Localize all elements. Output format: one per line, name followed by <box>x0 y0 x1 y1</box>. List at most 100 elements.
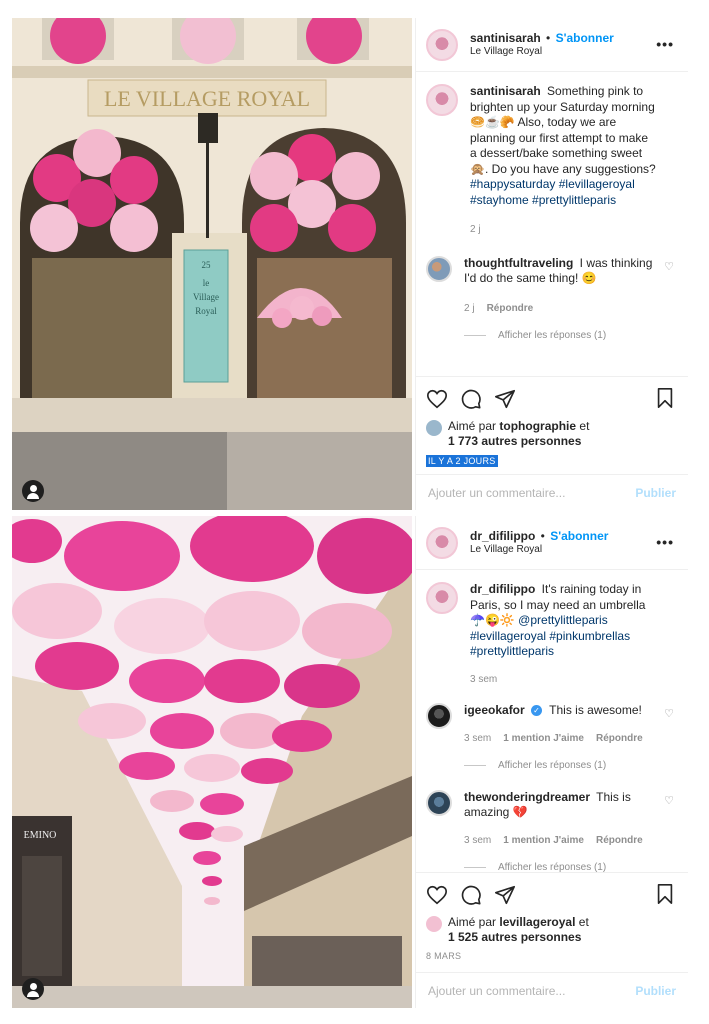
bookmark-icon[interactable] <box>654 387 676 409</box>
post-2: EMINO dr_difilippo • S'abonner Le Villag… <box>12 516 688 1008</box>
bookmark-icon[interactable] <box>654 883 676 905</box>
view-replies-button[interactable]: Afficher les réponses (1) <box>464 328 674 344</box>
publish-button[interactable]: Publier <box>635 486 676 500</box>
more-options-icon[interactable]: ••• <box>656 534 674 550</box>
action-bar: Aimé par tophographie et 1 773 autres pe… <box>416 376 688 469</box>
liked-by-others[interactable]: 1 773 autres personnes <box>448 434 581 448</box>
divider <box>464 867 486 869</box>
avatar[interactable] <box>426 84 458 116</box>
post-timestamp[interactable]: 8 MARS <box>426 951 461 961</box>
share-icon[interactable] <box>494 388 516 410</box>
comments-list: dr_difilippo It's raining today in Paris… <box>416 570 688 876</box>
separator-dot: • <box>546 31 551 46</box>
add-comment-bar: Ajouter un commentaire... Publier <box>416 972 688 1008</box>
list-item: igeeokafor ✓ This is awesome! 3 sem 1 me… <box>426 703 674 746</box>
user-tag-icon[interactable] <box>22 978 44 1000</box>
reply-button[interactable]: Répondre <box>487 301 534 317</box>
liked-by-others[interactable]: 1 525 autres personnes <box>448 930 581 944</box>
view-replies-label: Afficher les réponses (1) <box>498 330 607 341</box>
user-tag-icon[interactable] <box>22 480 44 502</box>
post-1: LE VILLAGE ROYAL 25 le Village Royal san… <box>12 18 688 510</box>
liked-by-prefix: Aimé par <box>448 419 497 433</box>
avatar[interactable] <box>426 28 458 61</box>
comment-like-heart-icon[interactable]: ♡ <box>664 794 674 810</box>
svg-text:25: 25 <box>202 260 212 270</box>
likes-summary: Aimé par tophographie et 1 773 autres pe… <box>426 419 676 449</box>
comment-likes[interactable]: 1 mention J'aime <box>503 731 584 747</box>
comment-time[interactable]: 3 sem <box>464 731 491 747</box>
liked-by-prefix: Aimé par <box>448 915 497 929</box>
caption-username[interactable]: santinisarah <box>470 84 541 98</box>
liked-by-conj: et <box>579 419 590 433</box>
post-header: dr_difilippo • S'abonner Le Village Roya… <box>416 516 688 570</box>
caption-time[interactable]: 3 sem <box>470 672 497 688</box>
post-location[interactable]: Le Village Royal <box>470 46 614 58</box>
comment-username[interactable]: igeeokafor <box>464 703 525 717</box>
avatar[interactable] <box>426 526 458 559</box>
comment-icon[interactable] <box>460 388 482 410</box>
follow-button[interactable]: S'abonner <box>550 529 608 543</box>
comment-username[interactable]: thewonderingdreamer <box>464 790 590 804</box>
follow-button[interactable]: S'abonner <box>556 31 614 45</box>
caption: santinisarah Something pink to brighten … <box>426 84 674 238</box>
liker-avatar[interactable] <box>426 916 442 932</box>
comment-like-heart-icon[interactable]: ♡ <box>664 707 674 723</box>
caption-time[interactable]: 2 j <box>470 222 481 238</box>
publish-button[interactable]: Publier <box>635 984 676 998</box>
post-panel: santinisarah • S'abonner Le Village Roya… <box>415 18 688 510</box>
caption: dr_difilippo It's raining today in Paris… <box>426 582 674 687</box>
shop-sign-emino: EMINO <box>24 830 57 841</box>
verified-badge-icon: ✓ <box>531 705 543 716</box>
comment-text: This is awesome! <box>549 703 642 717</box>
comment-like-heart-icon[interactable]: ♡ <box>664 260 674 276</box>
post-username[interactable]: santinisarah <box>470 31 541 45</box>
likes-summary: Aimé par levillageroyal et 1 525 autres … <box>426 915 676 945</box>
view-replies-label: Afficher les réponses (1) <box>498 760 607 771</box>
comment-time[interactable]: 3 sem <box>464 833 491 849</box>
divider <box>464 765 486 767</box>
reply-button[interactable]: Répondre <box>596 731 643 747</box>
caption-hashtags[interactable]: #happysaturday #levillageroyal #stayhome… <box>470 177 635 207</box>
post-photo[interactable]: EMINO <box>12 516 412 1008</box>
comment-icon[interactable] <box>460 884 482 906</box>
liker-avatar[interactable] <box>426 420 442 436</box>
svg-text:le: le <box>203 278 210 288</box>
heart-icon[interactable] <box>426 388 448 410</box>
comment-time[interactable]: 2 j <box>464 301 475 317</box>
divider <box>464 335 486 337</box>
sign-village-royal: LE VILLAGE ROYAL <box>104 86 310 111</box>
avatar[interactable] <box>426 789 452 816</box>
liked-by-user[interactable]: levillageroyal <box>499 915 575 929</box>
heart-icon[interactable] <box>426 884 448 906</box>
avatar[interactable] <box>426 582 458 614</box>
comment-input[interactable]: Ajouter un commentaire... <box>428 486 565 500</box>
liked-by-conj: et <box>578 915 589 929</box>
pink-umbrellas-street-photo: EMINO <box>12 516 412 1008</box>
action-bar: Aimé par levillageroyal et 1 525 autres … <box>416 872 688 964</box>
svg-text:Village: Village <box>193 292 219 302</box>
avatar[interactable] <box>426 703 452 729</box>
svg-text:Royal: Royal <box>195 306 217 316</box>
comments-list: santinisarah Something pink to brighten … <box>416 72 688 344</box>
share-icon[interactable] <box>494 884 516 906</box>
list-item: thewonderingdreamer This is amazing 💔 3 … <box>426 789 674 849</box>
view-replies-button[interactable]: Afficher les réponses (1) <box>464 758 674 774</box>
reply-button[interactable]: Répondre <box>596 833 643 849</box>
post-timestamp[interactable]: IL Y A 2 JOURS <box>426 455 498 467</box>
comment-username[interactable]: thoughtfultraveling <box>464 256 573 270</box>
post-header: santinisarah • S'abonner Le Village Roya… <box>416 18 688 72</box>
more-options-icon[interactable]: ••• <box>656 36 674 52</box>
list-item: thoughtfultraveling I was thinking I'd d… <box>426 255 674 317</box>
village-royal-facade-photo: LE VILLAGE ROYAL 25 le Village Royal <box>12 18 412 510</box>
caption-username[interactable]: dr_difilippo <box>470 582 535 596</box>
post-panel: dr_difilippo • S'abonner Le Village Roya… <box>415 516 688 1008</box>
post-username[interactable]: dr_difilippo <box>470 529 535 543</box>
post-photo[interactable]: LE VILLAGE ROYAL 25 le Village Royal <box>12 18 412 510</box>
post-location[interactable]: Le Village Royal <box>470 544 608 556</box>
liked-by-user[interactable]: tophographie <box>499 419 576 433</box>
comment-input[interactable]: Ajouter un commentaire... <box>428 984 565 998</box>
avatar[interactable] <box>426 255 452 282</box>
comment-likes[interactable]: 1 mention J'aime <box>503 833 584 849</box>
add-comment-bar: Ajouter un commentaire... Publier <box>416 474 688 510</box>
separator-dot: • <box>540 529 545 544</box>
